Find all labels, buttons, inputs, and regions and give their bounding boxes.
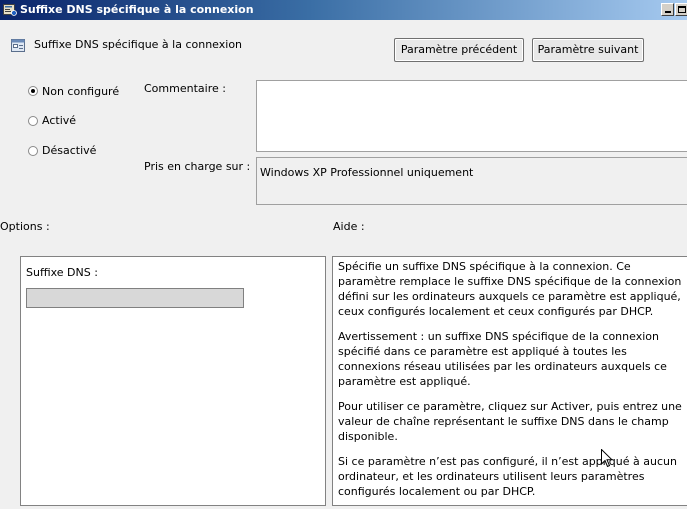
next-setting-button[interactable]: Paramètre suivant bbox=[532, 38, 644, 62]
minimize-button[interactable] bbox=[661, 3, 674, 16]
help-label: Aide : bbox=[333, 220, 365, 233]
title-bar: Suffixe DNS spécifique à la connexion bbox=[0, 0, 687, 20]
help-paragraph: Pour utiliser ce paramètre, cliquez sur … bbox=[338, 400, 682, 443]
radio-label-enabled: Activé bbox=[42, 114, 77, 127]
mouse-cursor-icon bbox=[601, 449, 613, 468]
dns-suffix-label: Suffixe DNS : bbox=[26, 266, 98, 279]
options-label: Options : bbox=[0, 220, 50, 233]
minimize-icon bbox=[665, 11, 671, 13]
supported-on-label: Pris en charge sur : bbox=[144, 160, 251, 173]
setting-icon bbox=[11, 39, 25, 52]
help-text: Spécifie un suffixe DNS spécifique à la … bbox=[338, 259, 686, 509]
radio-label-disabled: Désactivé bbox=[42, 144, 97, 157]
help-paragraph: Spécifie un suffixe DNS spécifique à la … bbox=[338, 260, 682, 318]
supported-on-value: Windows XP Professionnel uniquement bbox=[260, 166, 474, 179]
previous-setting-button[interactable]: Paramètre précédent bbox=[394, 38, 524, 62]
setting-name: Suffixe DNS spécifique à la connexion bbox=[34, 38, 243, 51]
supported-on-field: Windows XP Professionnel uniquement bbox=[256, 157, 687, 205]
radio-not-configured[interactable] bbox=[28, 86, 38, 96]
dns-suffix-input[interactable] bbox=[26, 288, 244, 308]
radio-label-not-configured: Non configuré bbox=[42, 85, 120, 98]
help-paragraph: Si ce paramètre n’est pas configuré, il … bbox=[338, 455, 677, 498]
help-paragraph: Avertissement : un suffixe DNS spécifiqu… bbox=[338, 330, 667, 388]
maximize-icon bbox=[678, 6, 686, 13]
maximize-button[interactable] bbox=[675, 3, 687, 16]
radio-disabled[interactable] bbox=[28, 146, 38, 156]
policy-icon bbox=[3, 4, 17, 16]
window-title: Suffixe DNS spécifique à la connexion bbox=[20, 3, 254, 16]
comment-textarea[interactable] bbox=[256, 80, 687, 152]
comment-label: Commentaire : bbox=[144, 82, 226, 95]
radio-enabled[interactable] bbox=[28, 116, 38, 126]
